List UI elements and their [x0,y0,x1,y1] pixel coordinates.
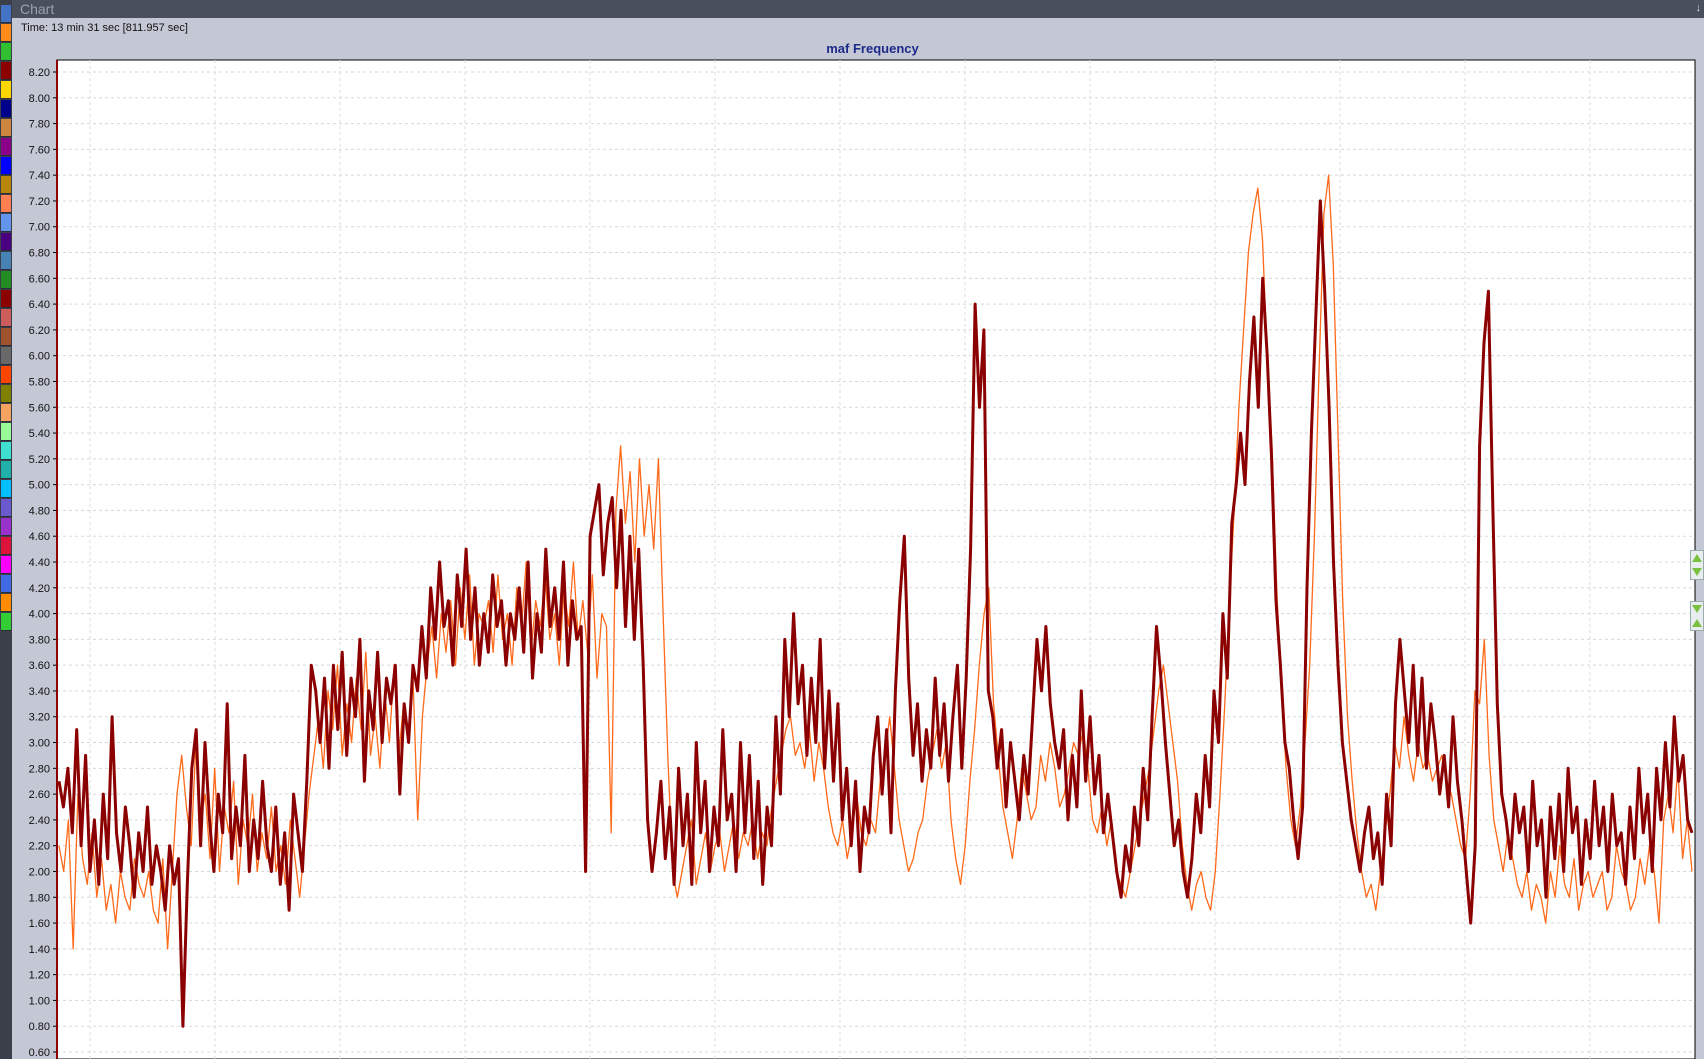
expand-panel-button[interactable] [1690,550,1704,580]
color-swatch[interactable] [1,24,11,42]
y-tick-label: 5.40 [29,428,50,440]
y-tick-label: 6.60 [29,273,50,285]
y-tick-label: 1.20 [29,970,50,982]
chart-svg: 8.20 8.00 7.80 7.60 7.40 7.20 7.00 6.80 6.60 6.40… [29,59,1696,1059]
color-swatch[interactable] [1,423,11,441]
color-swatch[interactable] [1,347,11,365]
color-swatch[interactable] [1,594,11,612]
y-tick-label: 3.80 [29,634,50,646]
y-tick-label: 1.00 [29,995,50,1007]
plot-area [56,59,1696,1059]
color-swatch[interactable] [1,233,11,251]
color-swatch[interactable] [1,290,11,308]
y-tick-label: 4.20 [29,583,50,595]
color-swatch[interactable] [1,119,11,137]
y-tick-label: 7.80 [29,119,50,131]
color-swatch[interactable] [1,195,11,213]
y-axis-ticks: 8.20 8.00 7.80 7.60 7.40 7.20 7.00 6.80 6.60 6.40… [29,67,57,1059]
color-swatch[interactable] [1,271,11,289]
color-swatch[interactable] [1,138,11,156]
y-tick-label: 2.60 [29,789,50,801]
y-tick-label: 5.80 [29,376,50,388]
y-tick-label: 6.80 [29,248,50,260]
color-swatch[interactable] [1,480,11,498]
y-tick-label: 0.60 [29,1047,50,1059]
y-tick-label: 2.00 [29,866,50,878]
collapse-arrows-icon [1692,605,1702,613]
pin-icon[interactable]: ↓ [1696,2,1702,14]
y-tick-label: 3.60 [29,660,50,672]
color-swatch[interactable] [1,176,11,194]
y-tick-label: 8.00 [29,93,50,105]
color-swatch-strip [0,0,12,1059]
y-tick-label: 1.40 [29,944,50,956]
expand-arrows-icon [1692,554,1702,562]
y-tick-label: 5.60 [29,402,50,414]
y-tick-label: 1.60 [29,918,50,930]
color-swatch[interactable] [1,5,11,23]
y-tick-label: 4.60 [29,531,50,543]
color-swatch[interactable] [1,309,11,327]
expand-arrows-icon-lower [1692,568,1702,576]
color-swatch[interactable] [1,100,11,118]
y-tick-label: 3.20 [29,712,50,724]
y-tick-label: 7.20 [29,196,50,208]
y-tick-label: 7.40 [29,170,50,182]
y-tick-label: 3.40 [29,686,50,698]
color-swatch[interactable] [1,499,11,517]
y-tick-label: 7.00 [29,222,50,234]
color-swatch[interactable] [1,556,11,574]
color-swatch[interactable] [1,613,11,631]
color-swatch[interactable] [1,62,11,80]
color-swatch[interactable] [1,157,11,175]
color-swatch[interactable] [1,575,11,593]
collapse-arrows-icon-lower [1692,619,1702,627]
color-swatch[interactable] [1,461,11,479]
color-swatch[interactable] [1,385,11,403]
y-tick-label: 7.60 [29,144,50,156]
y-tick-label: 4.00 [29,609,50,621]
y-tick-label: 6.20 [29,325,50,337]
y-tick-label: 2.20 [29,841,50,853]
y-tick-label: 4.80 [29,505,50,517]
color-swatch[interactable] [1,537,11,555]
y-tick-label: 2.80 [29,763,50,775]
y-tick-label: 5.20 [29,454,50,466]
y-tick-label: 8.20 [29,67,50,79]
window-titlebar: Chart ↓ [12,0,1704,18]
color-swatch[interactable] [1,442,11,460]
color-swatch[interactable] [1,43,11,61]
window-title: Chart [20,1,55,17]
y-tick-label: 5.00 [29,480,50,492]
y-tick-label: 6.00 [29,351,50,363]
color-swatch[interactable] [1,252,11,270]
color-swatch[interactable] [1,366,11,384]
color-swatch[interactable] [1,518,11,536]
color-swatch[interactable] [1,81,11,99]
color-swatch[interactable] [1,404,11,422]
y-tick-label: 1.80 [29,892,50,904]
color-swatch[interactable] [1,214,11,232]
y-tick-label: 3.00 [29,738,50,750]
y-tick-label: 0.80 [29,1021,50,1033]
collapse-panel-button[interactable] [1690,601,1704,631]
color-swatch[interactable] [1,328,11,346]
y-tick-label: 6.40 [29,299,50,311]
y-tick-label: 4.40 [29,557,50,569]
y-tick-label: 2.40 [29,815,50,827]
